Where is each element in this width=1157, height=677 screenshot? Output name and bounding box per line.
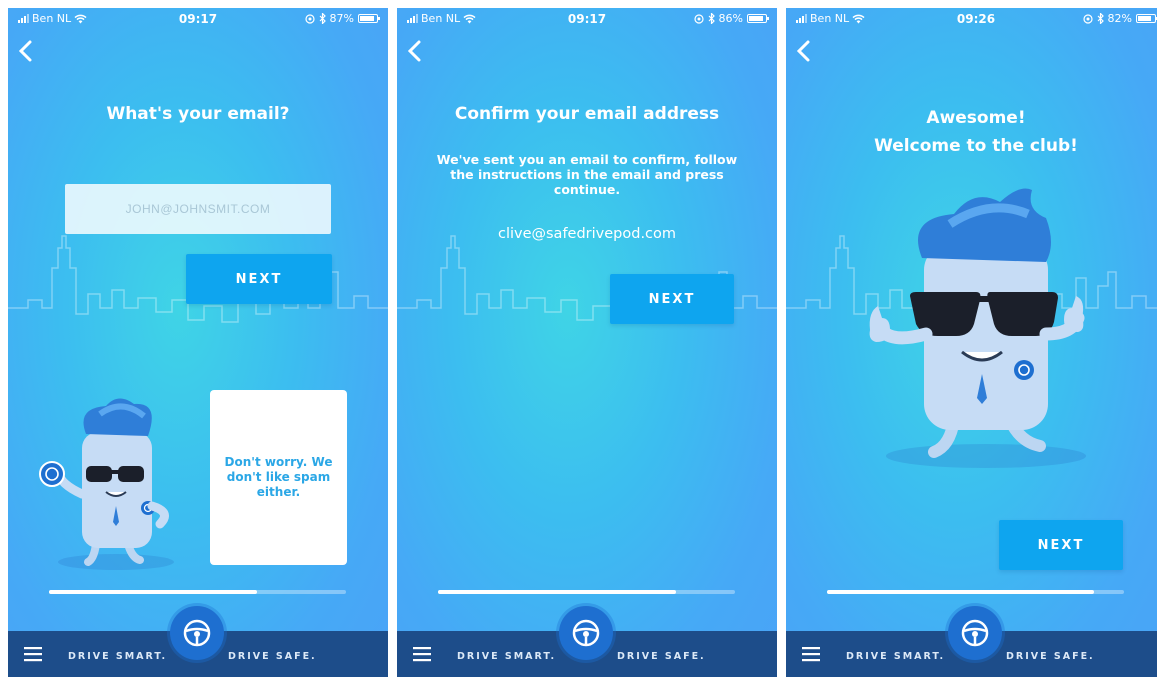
- mascot-illustration: [869, 188, 1086, 468]
- tagline-right: DRIVE SAFE.: [617, 651, 706, 662]
- screen-welcome: Ben NL 09:26 82% Awesome! Welcome to the…: [786, 8, 1157, 677]
- menu-icon[interactable]: [24, 645, 42, 663]
- tagline-right: DRIVE SAFE.: [1006, 651, 1095, 662]
- progress-bar: [827, 590, 1124, 594]
- bluetooth-icon: [1097, 13, 1104, 24]
- battery-percent: 86%: [718, 12, 743, 25]
- tagline-right: DRIVE SAFE.: [228, 651, 317, 662]
- progress-bar: [49, 590, 346, 594]
- status-bar: Ben NL 09:17 87%: [8, 8, 388, 30]
- next-button[interactable]: NEXT: [999, 520, 1123, 570]
- location-icon: [693, 13, 704, 24]
- screen-email-entry: Ben NL 09:17 87% What's your email? NEXT: [8, 8, 388, 677]
- menu-icon[interactable]: [413, 645, 431, 663]
- back-chevron-icon[interactable]: [403, 36, 429, 66]
- next-button[interactable]: NEXT: [610, 274, 734, 324]
- page-title: Confirm your email address: [454, 104, 720, 124]
- tagline-left: DRIVE SMART.: [457, 651, 557, 662]
- confirm-instructions: We've sent you an email to confirm, foll…: [436, 152, 738, 197]
- progress-bar: [438, 590, 735, 594]
- steering-wheel-icon: [572, 619, 600, 647]
- steering-wheel-button[interactable]: [170, 606, 224, 660]
- back-chevron-icon[interactable]: [792, 36, 818, 66]
- battery-icon: [358, 14, 380, 23]
- status-bar: Ben NL 09:17 86%: [397, 8, 777, 30]
- tagline-left: DRIVE SMART.: [68, 651, 168, 662]
- location-icon: [304, 13, 315, 24]
- battery-icon: [747, 14, 769, 23]
- screen-confirm-email: Ben NL 09:17 86% Confirm your email addr…: [397, 8, 777, 677]
- steering-wheel-icon: [961, 619, 989, 647]
- progress-fill: [49, 590, 257, 594]
- title-line-2: Welcome to the club!: [874, 136, 1078, 156]
- tagline-left: DRIVE SMART.: [846, 651, 946, 662]
- steering-wheel-icon: [183, 619, 211, 647]
- bluetooth-icon: [319, 13, 326, 24]
- steering-wheel-button[interactable]: [559, 606, 613, 660]
- bluetooth-icon: [708, 13, 715, 24]
- mascot-illustration: [39, 398, 174, 570]
- battery-percent: 87%: [329, 12, 354, 25]
- progress-fill: [827, 590, 1095, 594]
- progress-fill: [438, 590, 676, 594]
- steering-wheel-button[interactable]: [948, 606, 1002, 660]
- page-title: Awesome! Welcome to the club!: [786, 104, 1157, 160]
- title-line-1: Awesome!: [926, 108, 1026, 128]
- email-input[interactable]: [65, 184, 331, 234]
- page-title: What's your email?: [106, 104, 290, 124]
- menu-icon[interactable]: [802, 645, 820, 663]
- status-bar: Ben NL 09:26 82%: [786, 8, 1157, 30]
- location-icon: [1082, 13, 1093, 24]
- back-chevron-icon[interactable]: [14, 36, 40, 66]
- next-button[interactable]: NEXT: [186, 254, 332, 304]
- battery-icon: [1136, 14, 1157, 23]
- battery-percent: 82%: [1107, 12, 1132, 25]
- speech-card: Don't worry. We don't like spam either.: [210, 390, 347, 565]
